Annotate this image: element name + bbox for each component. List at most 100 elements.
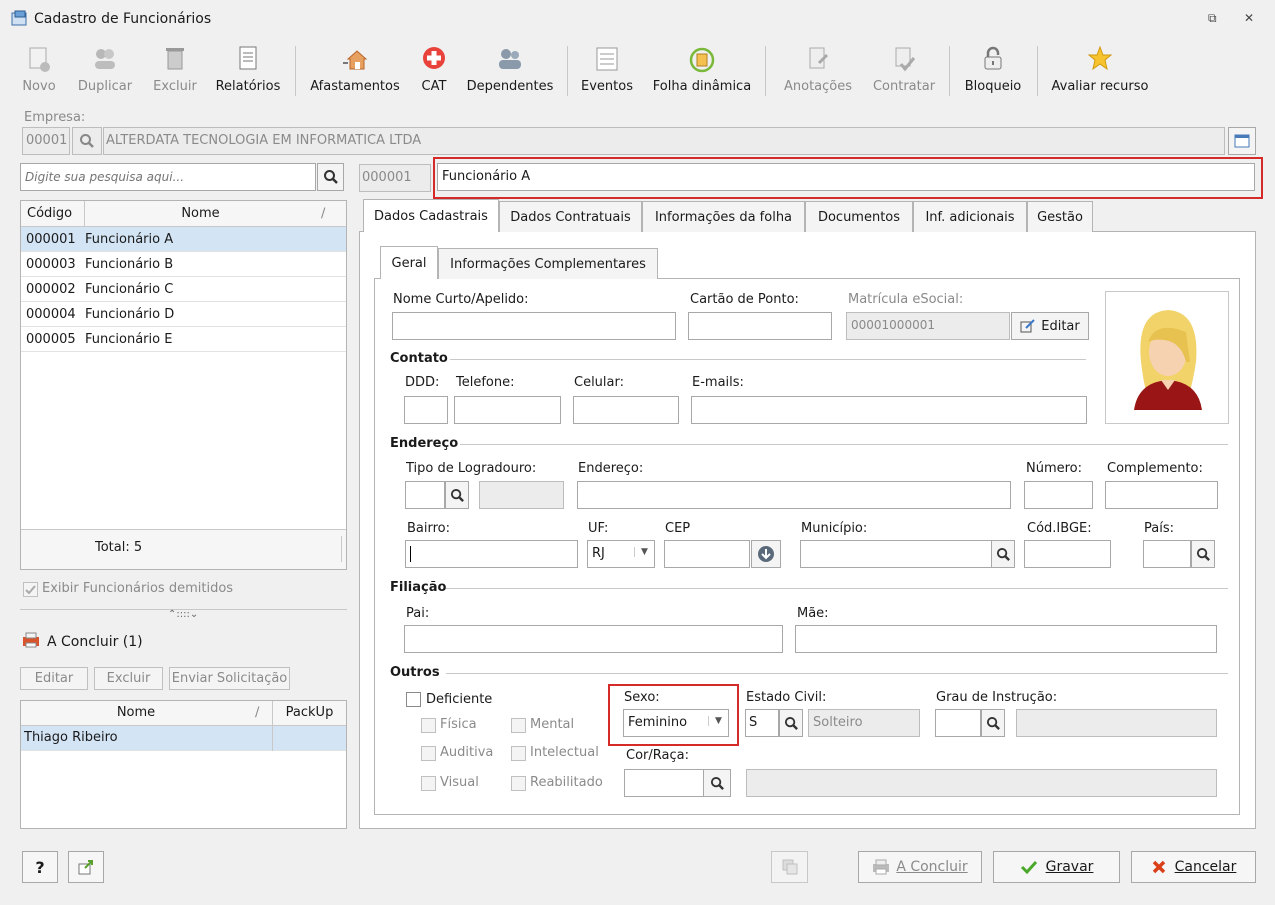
cor-raca-input[interactable] — [624, 769, 704, 797]
estado-civil-search-icon[interactable] — [779, 709, 803, 737]
auditiva-checkbox[interactable] — [421, 746, 436, 761]
table-row[interactable]: 000003 Funcionário B — [21, 252, 346, 277]
help-button[interactable]: ? — [22, 851, 58, 883]
visual-checkbox[interactable] — [421, 776, 436, 791]
cartao-input[interactable] — [688, 312, 832, 340]
col-packup[interactable]: PackUp — [273, 701, 346, 725]
tab-dados-contratuais[interactable]: Dados Contratuais — [499, 201, 642, 232]
tab-documentos[interactable]: Documentos — [805, 201, 913, 232]
municipio-input[interactable] — [800, 540, 992, 568]
telefone-input[interactable] — [454, 396, 561, 424]
enviar-solicitacao-button[interactable]: Enviar Solicitação — [169, 667, 290, 690]
pais-label: País: — [1144, 521, 1174, 536]
dependentes-button[interactable]: Dependentes — [462, 42, 558, 102]
tipo-logradouro-search-icon[interactable] — [445, 481, 469, 509]
excluir-button[interactable]: Excluir — [146, 42, 204, 102]
grau-instrucao-input[interactable] — [935, 709, 981, 737]
copy-icon — [782, 859, 797, 875]
copy-button[interactable] — [771, 851, 808, 883]
sexo-select[interactable]: Feminino ▼ — [623, 709, 729, 737]
export-button[interactable] — [68, 851, 104, 883]
restore-icon[interactable]: ⧉ — [1208, 11, 1217, 26]
folha-dinamica-button[interactable]: Folha dinâmica — [646, 42, 758, 102]
sort-icon[interactable]: ∕ — [316, 201, 346, 226]
grau-instrucao-search-icon[interactable] — [981, 709, 1005, 737]
numero-input[interactable] — [1024, 481, 1093, 509]
intelectual-label: Intelectual — [530, 745, 599, 760]
novo-button[interactable]: Novo — [14, 42, 64, 102]
deficiente-checkbox[interactable] — [406, 692, 421, 707]
avatar[interactable] — [1105, 291, 1229, 424]
pais-input[interactable] — [1143, 540, 1191, 568]
relatorios-button[interactable]: Relatórios — [210, 42, 286, 102]
intelectual-checkbox[interactable] — [511, 746, 526, 761]
cep-lookup-icon[interactable] — [751, 540, 781, 568]
excluir-small-button[interactable]: Excluir — [94, 667, 163, 690]
ddd-input[interactable] — [404, 396, 448, 424]
bloqueio-button[interactable]: Bloqueio — [958, 42, 1028, 102]
table-row[interactable]: 000001 Funcionário A — [21, 227, 346, 252]
emails-input[interactable] — [691, 396, 1087, 424]
sort-icon[interactable]: ∕ — [251, 701, 273, 725]
avaliar-recurso-button[interactable]: Avaliar recurso — [1046, 42, 1154, 102]
eventos-button[interactable]: Eventos — [576, 42, 638, 102]
duplicar-button[interactable]: Duplicar — [70, 42, 140, 102]
uf-select[interactable]: RJ ▼ — [587, 540, 655, 568]
calendar-icon[interactable] — [1228, 127, 1256, 155]
endereco-input[interactable] — [577, 481, 1011, 509]
reabilitado-checkbox[interactable] — [511, 776, 526, 791]
cat-button[interactable]: CAT — [412, 42, 456, 102]
municipio-label: Município: — [801, 521, 868, 536]
subtab-informacoes-complementares[interactable]: Informações Complementares — [438, 248, 658, 279]
search-input[interactable] — [20, 163, 316, 191]
trash-icon — [166, 48, 184, 70]
tab-dados-cadastrais[interactable]: Dados Cadastrais — [363, 199, 499, 232]
table-row[interactable]: 000004 Funcionário D — [21, 302, 346, 327]
a-concluir-button[interactable]: A Concluir — [858, 851, 982, 883]
complemento-input[interactable] — [1105, 481, 1218, 509]
pais-search-icon[interactable] — [1191, 540, 1215, 568]
cod-ibge-input[interactable] — [1024, 540, 1111, 568]
tipo-logradouro-input[interactable] — [405, 481, 445, 509]
tab-informacoes-folha[interactable]: Informações da folha — [642, 201, 805, 232]
col-nome[interactable]: Nome — [21, 701, 251, 725]
table-row[interactable]: 000005 Funcionário E — [21, 327, 346, 352]
cancelar-button[interactable]: Cancelar — [1131, 851, 1256, 883]
employee-name-field[interactable]: Funcionário A — [437, 163, 1255, 191]
pai-input[interactable] — [404, 625, 783, 653]
mae-input[interactable] — [795, 625, 1217, 653]
fisica-checkbox[interactable] — [421, 718, 436, 733]
close-icon[interactable]: ✕ — [1244, 11, 1254, 25]
table-row[interactable]: 000002 Funcionário C — [21, 277, 346, 302]
subtab-geral[interactable]: Geral — [380, 246, 438, 279]
gravar-button[interactable]: Gravar — [993, 851, 1120, 883]
fisica-label: Física — [440, 717, 477, 732]
cep-input[interactable] — [664, 540, 750, 568]
col-nome[interactable]: Nome — [85, 201, 316, 226]
municipio-search-icon[interactable] — [991, 540, 1015, 568]
tab-inf-adicionais[interactable]: Inf. adicionais — [913, 201, 1027, 232]
endereco-label: Endereço: — [578, 461, 644, 476]
contratar-button[interactable]: Contratar — [866, 42, 942, 102]
editar-button[interactable]: Editar — [20, 667, 88, 690]
mental-checkbox[interactable] — [511, 718, 526, 733]
search-icon[interactable] — [317, 163, 344, 191]
col-codigo[interactable]: Código — [21, 201, 85, 226]
exibir-demitidos-checkbox[interactable] — [23, 582, 38, 597]
a-concluir-title: A Concluir (1) — [47, 634, 143, 650]
divider — [446, 673, 1228, 674]
tab-gestao[interactable]: Gestão — [1027, 201, 1093, 232]
cor-raca-search-icon[interactable] — [703, 769, 731, 797]
afastamentos-button[interactable]: Afastamentos — [304, 42, 406, 102]
nome-curto-input[interactable] — [392, 312, 676, 340]
splitter-grip-icon[interactable]: ⌃::::⌄ — [168, 609, 198, 620]
estado-civil-code[interactable]: S — [745, 709, 779, 737]
anotacoes-button[interactable]: Anotações — [776, 42, 860, 102]
celular-input[interactable] — [573, 396, 679, 424]
dependents-icon — [499, 49, 521, 69]
bairro-input[interactable] — [405, 540, 578, 568]
editar-matricula-button[interactable]: Editar — [1011, 312, 1089, 340]
printer-icon — [23, 632, 39, 648]
table-row[interactable]: Thiago Ribeiro — [21, 725, 346, 751]
empresa-search-icon[interactable] — [72, 127, 102, 155]
